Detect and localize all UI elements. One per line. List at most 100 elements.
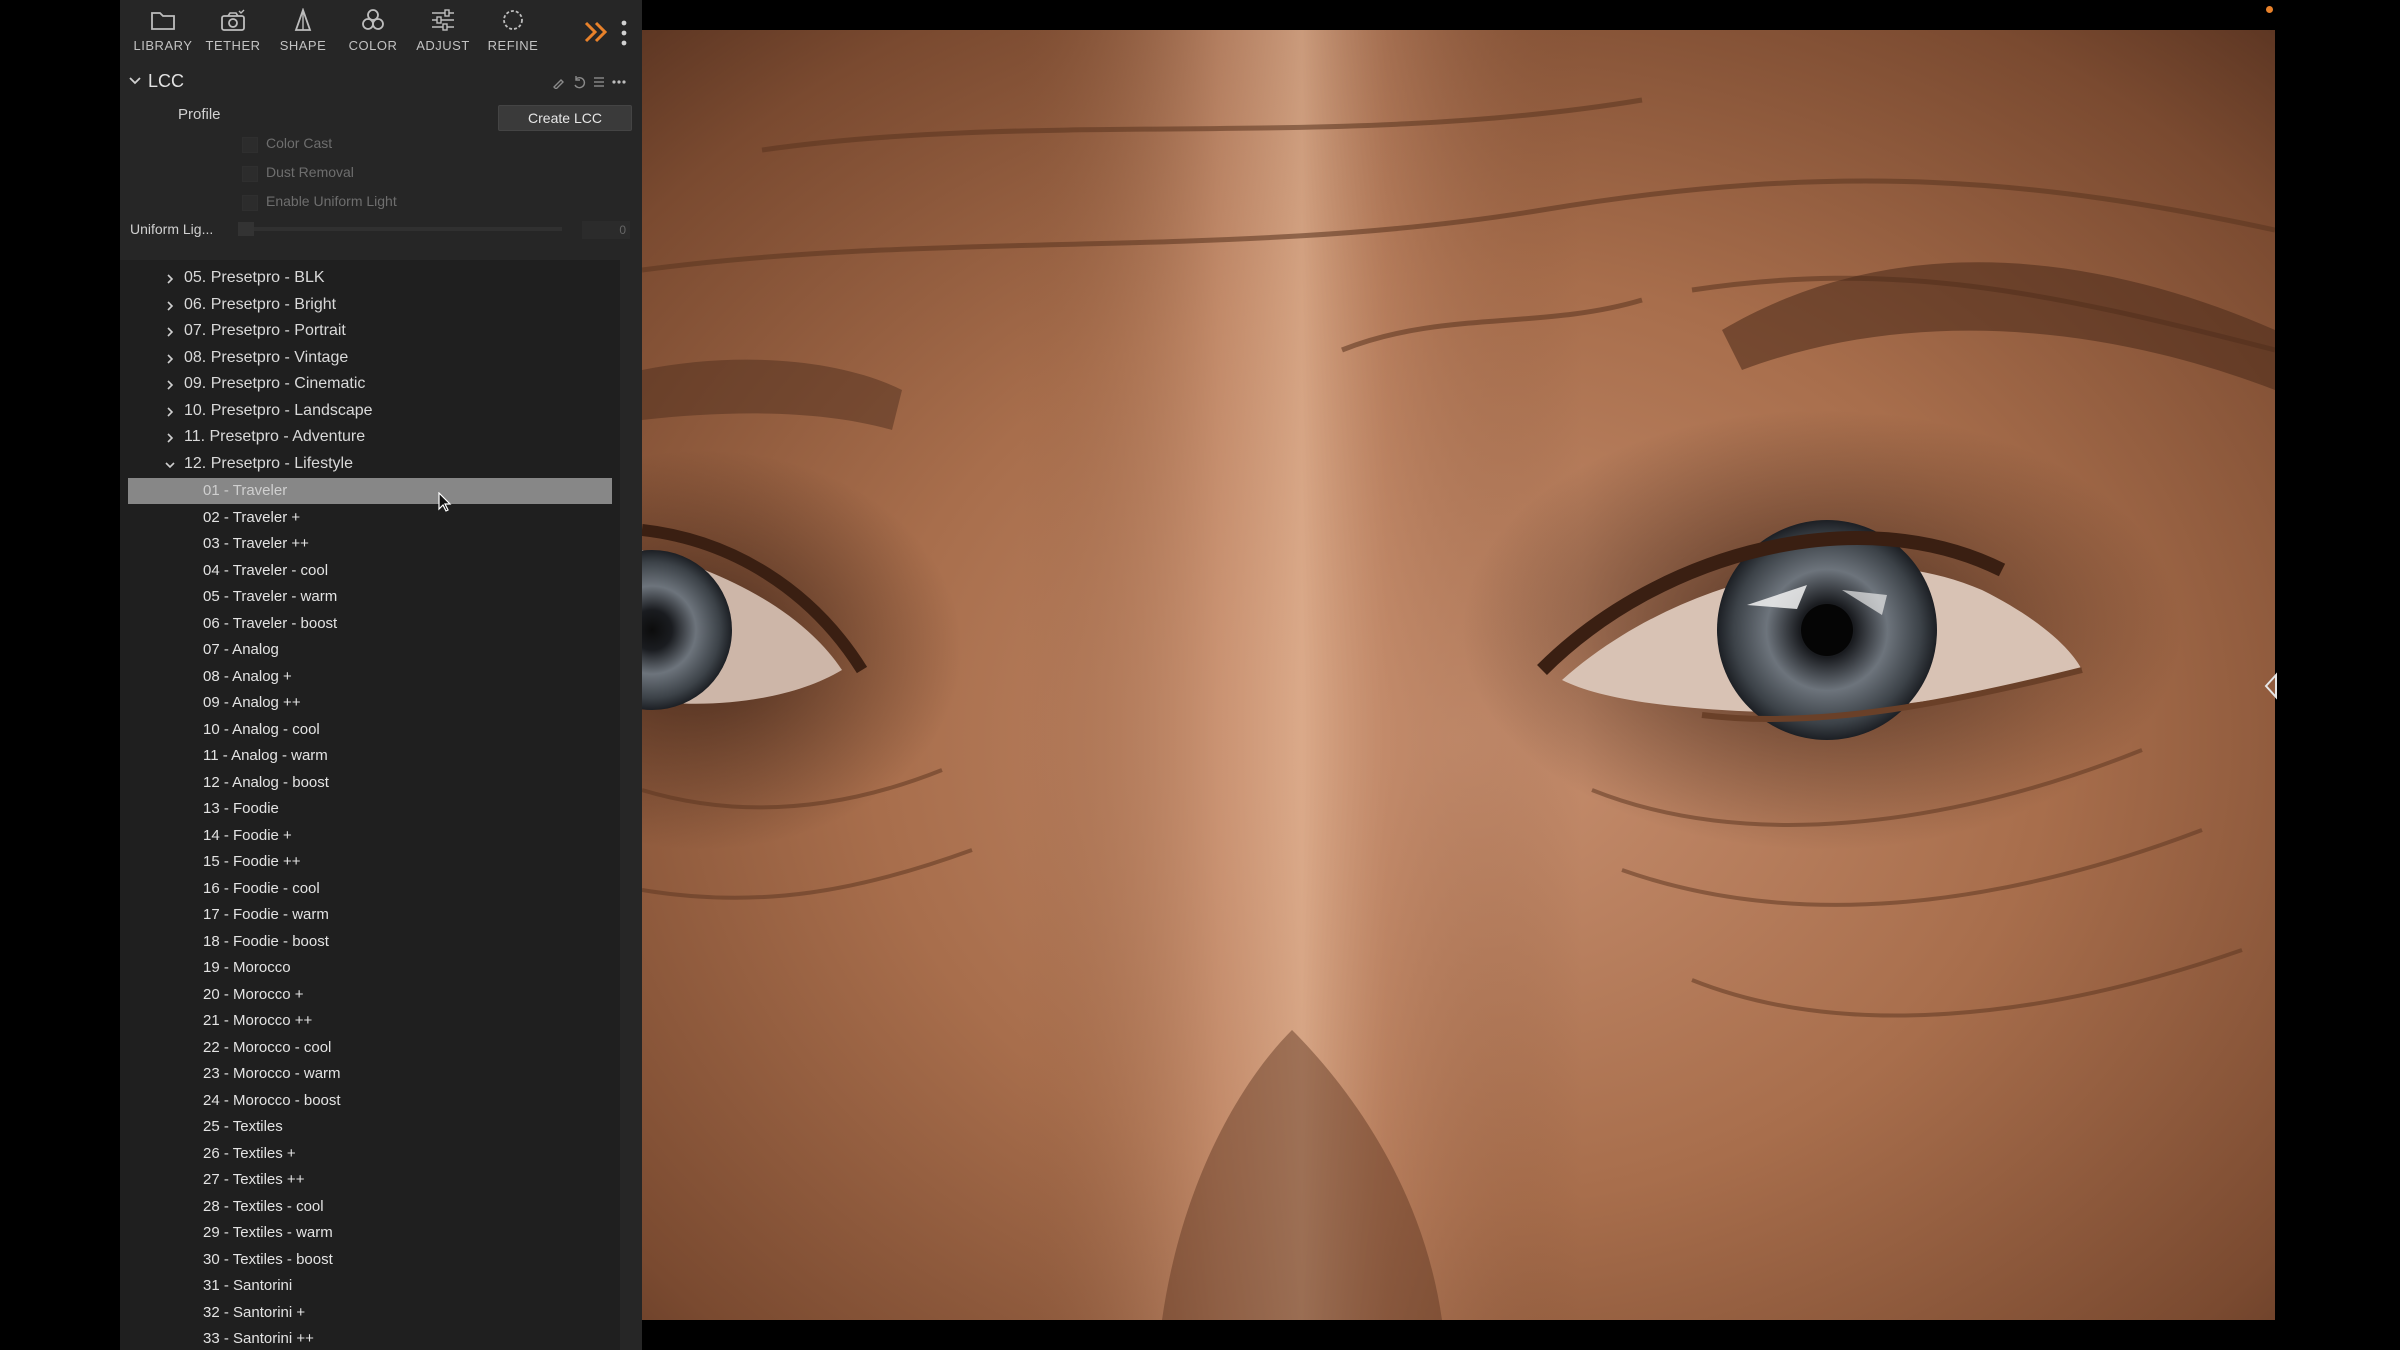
tab-tether[interactable]: TETHER <box>198 6 268 62</box>
folder-icon <box>151 12 175 30</box>
style-group-label: 09. Presetpro - Cinematic <box>184 375 366 392</box>
create-lcc-button[interactable]: Create LCC <box>498 105 632 131</box>
style-group-row[interactable]: 12. Presetpro - Lifestyle <box>120 452 620 478</box>
dust-removal-checkbox[interactable] <box>242 166 258 182</box>
more-horizontal-icon[interactable] <box>612 75 626 89</box>
preset-row[interactable]: 18 - Foodie - boost <box>128 929 612 955</box>
style-group-label: 08. Presetpro - Vintage <box>184 348 349 366</box>
preset-row[interactable]: 33 - Santorini ++ <box>128 1326 612 1350</box>
chevron-down-icon[interactable] <box>164 459 176 471</box>
reset-icon[interactable] <box>572 75 586 89</box>
refine-circle-icon <box>503 10 523 30</box>
chevron-right-icon[interactable] <box>164 432 176 444</box>
preset-row[interactable]: 05 - Traveler - warm <box>128 584 612 610</box>
preset-label: 02 - Traveler + <box>203 508 301 526</box>
tool-panel: LIBRARY TETHER SHAPE COLOR ADJUST REFINE… <box>120 0 642 1350</box>
color-circles-icon <box>362 9 384 30</box>
image-viewer[interactable] <box>642 0 2280 1350</box>
preset-row-selected[interactable]: 01 - Traveler <box>128 478 612 504</box>
preset-row[interactable]: 04 - Traveler - cool <box>128 558 612 584</box>
preset-row[interactable]: 29 - Textiles - warm <box>128 1220 612 1246</box>
slider-handle[interactable] <box>238 222 254 236</box>
preset-row[interactable]: 14 - Foodie + <box>128 823 612 849</box>
more-vertical-icon[interactable] <box>618 18 630 48</box>
uniform-light-slider[interactable] <box>238 222 562 236</box>
preset-row[interactable]: 10 - Analog - cool <box>128 717 612 743</box>
presets-list-icon[interactable] <box>592 75 606 89</box>
preset-label: 12 - Analog - boost <box>203 773 329 791</box>
preset-row[interactable]: 21 - Morocco ++ <box>128 1008 612 1034</box>
preset-label: 03 - Traveler ++ <box>203 535 309 552</box>
chevron-down-icon[interactable] <box>128 74 142 88</box>
preset-row[interactable]: 06 - Traveler - boost <box>128 611 612 637</box>
style-group-row[interactable]: 07. Presetpro - Portrait <box>120 319 620 345</box>
dust-removal-label: Dust Removal <box>266 164 354 180</box>
chevron-right-icon[interactable] <box>164 300 176 312</box>
tab-shape-label: SHAPE <box>279 38 327 53</box>
style-group-label: 07. Presetpro - Portrait <box>184 322 346 339</box>
tab-color[interactable]: COLOR <box>338 6 408 62</box>
preset-row[interactable]: 17 - Foodie - warm <box>128 902 612 928</box>
preset-row[interactable]: 19 - Morocco <box>128 955 612 981</box>
uniform-light-value[interactable]: 0 <box>582 221 630 239</box>
preset-label: 22 - Morocco - cool <box>203 1038 332 1056</box>
style-group-row[interactable]: 09. Presetpro - Cinematic <box>120 372 620 398</box>
chevron-right-icon[interactable] <box>164 353 176 365</box>
chevron-right-icon[interactable] <box>164 273 176 285</box>
chevron-left-icon[interactable] <box>2262 672 2280 700</box>
picker-icon[interactable] <box>552 75 566 89</box>
photo-canvas[interactable] <box>642 30 2275 1320</box>
tab-adjust-label: ADJUST <box>416 38 470 53</box>
lcc-header[interactable]: LCC <box>120 66 642 96</box>
preset-row[interactable]: 09 - Analog ++ <box>128 690 612 716</box>
preset-row[interactable]: 28 - Textiles - cool <box>128 1194 612 1220</box>
preset-label: 32 - Santorini + <box>203 1303 306 1321</box>
preset-row[interactable]: 16 - Foodie - cool <box>128 876 612 902</box>
chevron-right-icon[interactable] <box>164 406 176 418</box>
preset-label: 08 - Analog + <box>203 667 292 685</box>
uniform-light-checkbox[interactable] <box>242 195 258 211</box>
tab-shape[interactable]: SHAPE <box>268 6 338 62</box>
tab-adjust[interactable]: ADJUST <box>408 6 478 62</box>
preset-label: 33 - Santorini ++ <box>203 1330 314 1347</box>
shape-icon <box>294 8 312 31</box>
color-cast-checkbox[interactable] <box>242 137 258 153</box>
preset-label: 29 - Textiles - warm <box>203 1224 333 1241</box>
style-group-row[interactable]: 05. Presetpro - BLK <box>120 266 620 292</box>
preset-row[interactable]: 08 - Analog + <box>128 664 612 690</box>
tab-library[interactable]: LIBRARY <box>128 6 198 62</box>
chevron-right-icon[interactable] <box>164 379 176 391</box>
double-chevron-right-icon[interactable] <box>582 18 610 46</box>
preset-row[interactable]: 27 - Textiles ++ <box>128 1167 612 1193</box>
preset-row[interactable]: 02 - Traveler + <box>128 505 612 531</box>
tab-refine[interactable]: REFINE <box>478 6 548 62</box>
chevron-right-icon[interactable] <box>164 326 176 338</box>
color-cast-label: Color Cast <box>266 135 333 151</box>
style-group-row[interactable]: 06. Presetpro - Bright <box>120 293 620 319</box>
preset-row[interactable]: 23 - Morocco - warm <box>128 1061 612 1087</box>
preset-row[interactable]: 13 - Foodie <box>128 796 612 822</box>
preset-row[interactable]: 20 - Morocco + <box>128 982 612 1008</box>
preset-row[interactable]: 11 - Analog - warm <box>128 743 612 769</box>
preset-row[interactable]: 26 - Textiles + <box>128 1141 612 1167</box>
preset-row[interactable]: 07 - Analog <box>128 637 612 663</box>
preset-row[interactable]: 31 - Santorini <box>128 1273 612 1299</box>
preset-row[interactable]: 25 - Textiles <box>128 1114 612 1140</box>
preset-row[interactable]: 22 - Morocco - cool <box>128 1035 612 1061</box>
camera-icon <box>221 9 245 31</box>
preset-row[interactable]: 03 - Traveler ++ <box>128 531 612 557</box>
style-group-row[interactable]: 10. Presetpro - Landscape <box>120 399 620 425</box>
preset-row[interactable]: 12 - Analog - boost <box>128 770 612 796</box>
preset-label: 15 - Foodie ++ <box>203 853 301 870</box>
preset-label: 06 - Traveler - boost <box>203 614 338 632</box>
style-group-row[interactable]: 08. Presetpro - Vintage <box>120 346 620 372</box>
preset-row[interactable]: 15 - Foodie ++ <box>128 849 612 875</box>
preset-row[interactable]: 30 - Textiles - boost <box>128 1247 612 1273</box>
style-group-row[interactable]: 11. Presetpro - Adventure <box>120 425 620 451</box>
tab-tether-label: TETHER <box>205 38 261 53</box>
preset-label: 25 - Textiles <box>203 1118 283 1135</box>
preset-label: 11 - Analog - warm <box>203 747 328 764</box>
preset-row[interactable]: 32 - Santorini + <box>128 1300 612 1326</box>
preset-row[interactable]: 24 - Morocco - boost <box>128 1088 612 1114</box>
close-up-eyes-photo <box>642 30 2275 1320</box>
